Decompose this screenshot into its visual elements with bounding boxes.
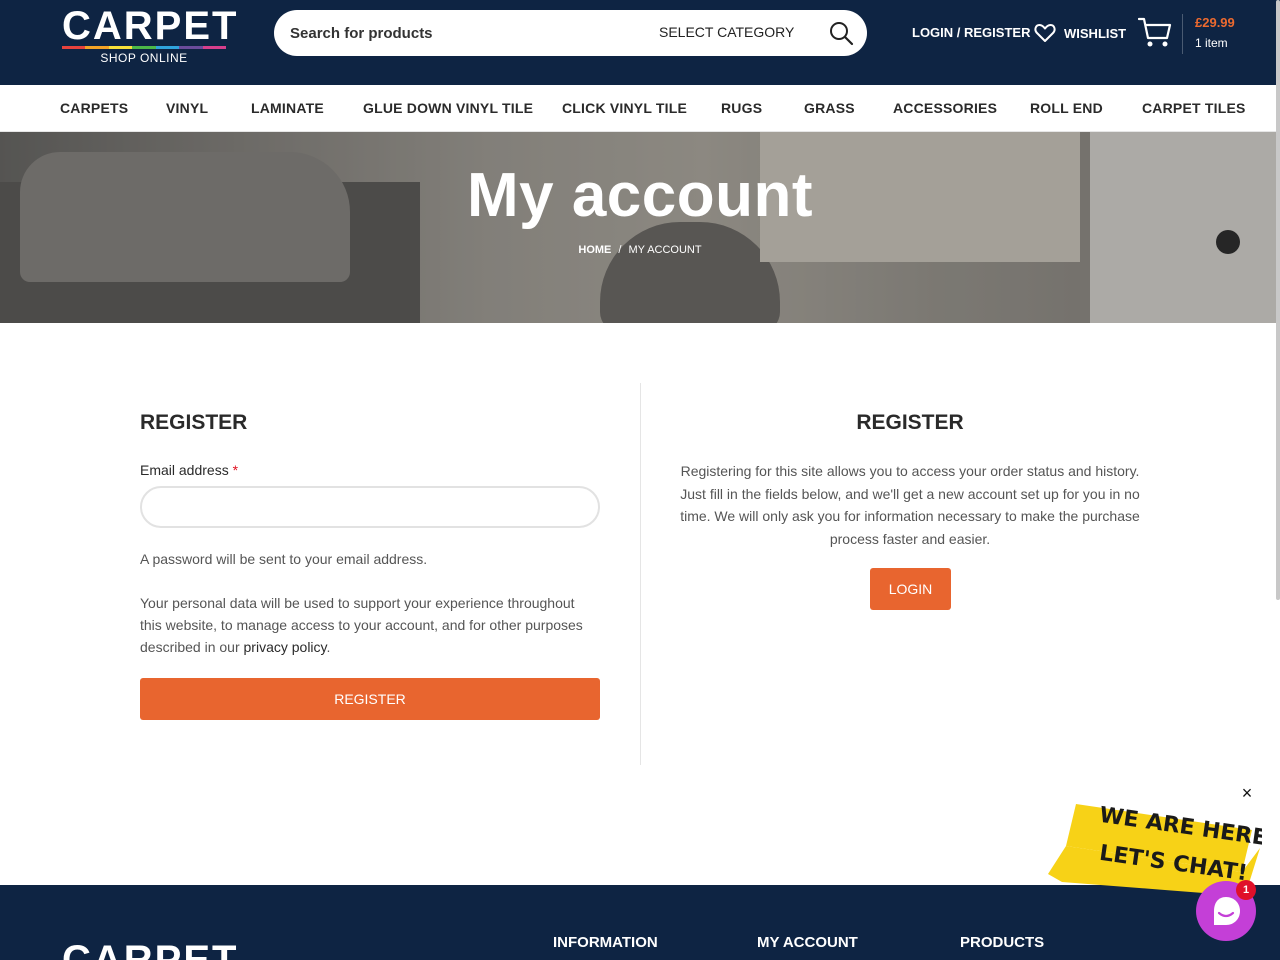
column-divider	[640, 383, 641, 765]
site-footer: CARPET INFORMATION MY ACCOUNT PRODUCTS	[0, 885, 1280, 960]
cart-item-count: 1 item	[1195, 36, 1228, 50]
chat-notification-badge: 1	[1236, 880, 1256, 900]
nav-item-roll-end[interactable]: ROLL END	[1030, 100, 1103, 116]
nav-item-carpets[interactable]: CARPETS	[60, 100, 128, 116]
breadcrumb-separator: /	[618, 244, 622, 256]
nav-item-grass[interactable]: GRASS	[804, 100, 855, 116]
nav-item-carpet-tiles[interactable]: CARPET TILES	[1142, 100, 1246, 116]
main-nav: CARPETS VINYL LAMINATE GLUE DOWN VINYL T…	[0, 85, 1280, 132]
footer-logo[interactable]: CARPET	[62, 940, 238, 960]
page-title: My account	[466, 161, 814, 230]
password-note: A password will be sent to your email ad…	[140, 551, 428, 567]
site-header: CARPET SHOP ONLINE SELECT CATEGORY LOGIN…	[0, 0, 1280, 85]
cart-total: £29.99	[1195, 15, 1235, 30]
privacy-policy-link[interactable]: privacy policy	[244, 639, 327, 655]
search-icon[interactable]	[827, 19, 855, 47]
wishlist-label: WISHLIST	[1064, 25, 1127, 41]
email-label-text: Email address	[140, 462, 229, 478]
search-bar: SELECT CATEGORY	[274, 10, 867, 56]
privacy-notice: Your personal data will be used to suppo…	[140, 592, 600, 658]
search-category-select[interactable]: SELECT CATEGORY	[659, 24, 794, 40]
register-button[interactable]: REGISTER	[140, 678, 600, 720]
breadcrumb-current: MY ACCOUNT	[628, 244, 702, 256]
register-form-heading: REGISTER	[140, 411, 248, 434]
logo-wordmark: CARPET	[62, 4, 239, 48]
email-field[interactable]	[140, 486, 600, 528]
email-label: Email address *	[140, 462, 238, 478]
nav-item-vinyl[interactable]: VINYL	[166, 100, 208, 116]
cart-icon	[1138, 17, 1172, 47]
privacy-notice-text: Your personal data will be used to suppo…	[140, 595, 583, 655]
breadcrumb: HOME / MY ACCOUNT	[0, 244, 1280, 256]
nav-item-accessories[interactable]: ACCESSORIES	[893, 100, 997, 116]
register-info-heading: REGISTER	[856, 411, 964, 434]
page-scrollbar[interactable]	[1276, 0, 1280, 600]
required-mark: *	[232, 462, 239, 478]
login-button[interactable]: LOGIN	[870, 568, 951, 610]
wishlist-link[interactable]: WISHLIST	[1034, 22, 1126, 44]
footer-heading-products: PRODUCTS	[960, 934, 1045, 951]
nav-item-rugs[interactable]: RUGS	[721, 100, 762, 116]
nav-item-laminate[interactable]: LAMINATE	[251, 100, 324, 116]
login-register-link[interactable]: LOGIN / REGISTER	[912, 25, 1030, 40]
privacy-notice-end: .	[326, 639, 331, 655]
nav-item-glue-down-vinyl-tile[interactable]: GLUE DOWN VINYL TILE	[363, 100, 533, 116]
logo-color-bar	[62, 46, 226, 49]
footer-heading-information: INFORMATION	[553, 934, 658, 951]
site-logo[interactable]: CARPET SHOP ONLINE	[62, 4, 239, 65]
nav-item-click-vinyl-tile[interactable]: CLICK VINYL TILE	[562, 100, 687, 116]
page-hero: My account HOME / MY ACCOUNT	[0, 132, 1280, 323]
search-input[interactable]	[290, 10, 630, 56]
footer-heading-my-account: MY ACCOUNT	[757, 934, 858, 951]
heart-icon	[1034, 24, 1056, 42]
cart-separator	[1182, 14, 1183, 54]
cart-widget[interactable]: £29.99 1 item	[1138, 14, 1248, 54]
breadcrumb-home[interactable]: HOME	[578, 244, 611, 256]
register-info-text: Registering for this site allows you to …	[680, 463, 1140, 547]
logo-subtext: SHOP ONLINE	[100, 51, 188, 65]
